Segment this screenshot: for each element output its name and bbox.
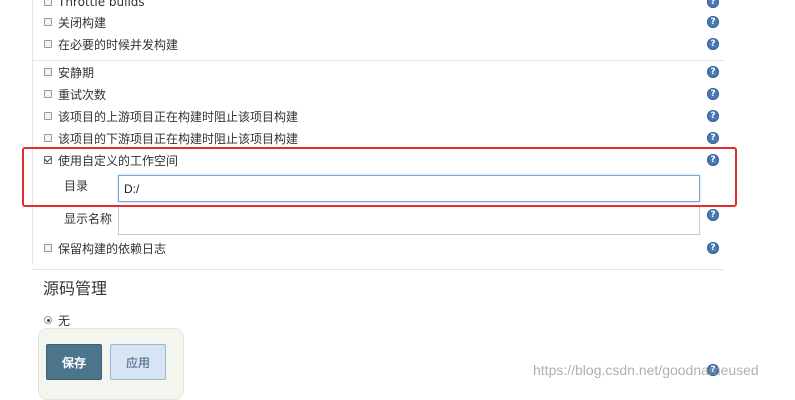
checkbox-quiet-period[interactable] bbox=[44, 68, 52, 76]
help-icon[interactable]: ? bbox=[707, 110, 719, 122]
scm-section-title: 源码管理 bbox=[43, 279, 108, 298]
option-label: 无 bbox=[58, 313, 71, 328]
option-label: Throttle builds bbox=[58, 0, 145, 9]
help-icon[interactable]: ? bbox=[707, 38, 719, 50]
option-quiet-period[interactable]: 安静期 bbox=[44, 63, 94, 81]
display-name-input[interactable] bbox=[118, 206, 700, 235]
checkbox-block-upstream[interactable] bbox=[44, 112, 52, 120]
option-label: 重试次数 bbox=[58, 87, 107, 102]
checkbox-disable-build[interactable] bbox=[44, 18, 52, 26]
checkbox-block-downstream[interactable] bbox=[44, 134, 52, 142]
highlight-annotation-box bbox=[22, 147, 737, 207]
help-icon[interactable]: ? bbox=[707, 209, 719, 221]
option-label: 安静期 bbox=[58, 65, 95, 80]
watermark-text: https://blog.csdn.net/goodnameused bbox=[533, 362, 759, 378]
display-name-label: 显示名称 bbox=[64, 212, 113, 226]
option-block-upstream[interactable]: 该项目的上游项目正在构建时阻止该项目构建 bbox=[44, 107, 298, 125]
help-icon[interactable]: ? bbox=[707, 0, 719, 8]
option-label: 在必要的时候并发构建 bbox=[58, 37, 179, 52]
option-block-downstream[interactable]: 该项目的下游项目正在构建时阻止该项目构建 bbox=[44, 129, 298, 147]
option-concurrent-build[interactable]: 在必要的时候并发构建 bbox=[44, 35, 178, 53]
save-button[interactable]: 保存 bbox=[46, 344, 102, 380]
option-label: 关闭构建 bbox=[58, 15, 107, 30]
checkbox-retry-count[interactable] bbox=[44, 90, 52, 98]
apply-button[interactable]: 应用 bbox=[110, 344, 166, 380]
option-label: 该项目的下游项目正在构建时阻止该项目构建 bbox=[58, 131, 299, 146]
option-keep-dependencies[interactable]: 保留构建的依赖日志 bbox=[44, 239, 166, 257]
option-disable-build[interactable]: 关闭构建 bbox=[44, 13, 106, 31]
option-throttle-builds[interactable]: Throttle builds bbox=[44, 0, 145, 11]
help-icon[interactable]: ? bbox=[707, 16, 719, 28]
divider bbox=[32, 269, 724, 270]
divider bbox=[32, 60, 724, 61]
radio-scm-none[interactable] bbox=[44, 316, 52, 324]
option-label: 保留构建的依赖日志 bbox=[58, 241, 167, 256]
help-icon[interactable]: ? bbox=[707, 88, 719, 100]
checkbox-concurrent-build[interactable] bbox=[44, 40, 52, 48]
scm-option-none[interactable]: 无 bbox=[44, 311, 70, 329]
option-label: 该项目的上游项目正在构建时阻止该项目构建 bbox=[58, 109, 299, 124]
option-retry-count[interactable]: 重试次数 bbox=[44, 85, 106, 103]
help-icon[interactable]: ? bbox=[707, 132, 719, 144]
checkbox-keep-dependencies[interactable] bbox=[44, 244, 52, 252]
help-icon[interactable]: ? bbox=[707, 66, 719, 78]
help-icon[interactable]: ? bbox=[707, 242, 719, 254]
section-left-border bbox=[32, 0, 33, 265]
checkbox-throttle-builds[interactable] bbox=[44, 0, 52, 6]
